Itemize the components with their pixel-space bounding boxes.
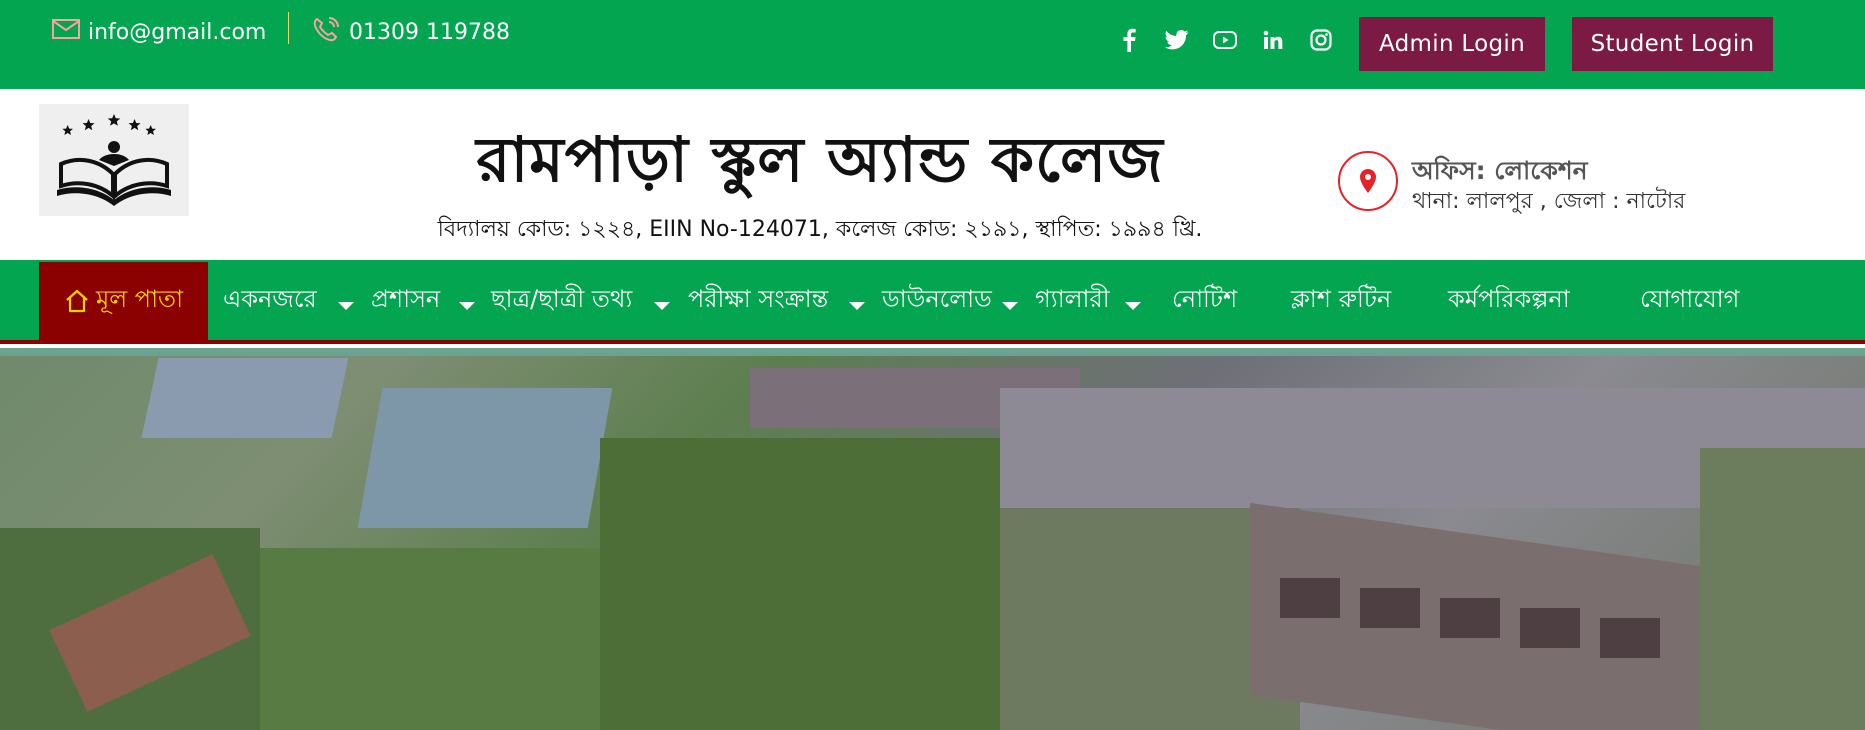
mail-icon [52,19,88,45]
nav-item-administration[interactable]: প্রশাসন [371,262,440,340]
nav-gallery-caret-icon[interactable] [1125,302,1141,310]
phone-contact[interactable]: 01309 119788 [311,17,510,47]
phone-icon [311,15,349,49]
student-login-button[interactable]: Student Login [1572,17,1773,71]
location-pin-icon [1360,169,1376,193]
main-nav: মূল পাতা একনজরে প্রশাসন ছাত্র/ছাত্রী তথ্… [0,260,1865,344]
nav-administration-caret-icon[interactable] [459,302,475,310]
home-icon [66,289,88,313]
school-codes: বিদ্যালয় কোড: ১২২৪, EIIN No-124071, কলে… [437,217,1203,242]
site-header: রামপাড়া স্কুল অ্যান্ড কলেজ বিদ্যালয় কো… [0,89,1865,260]
location-badge [1338,151,1398,211]
twitter-icon[interactable] [1165,28,1189,52]
nav-item-contact[interactable]: যোগাযোগ [1640,262,1739,340]
open-book-logo-icon [57,114,171,206]
nav-overview-caret-icon[interactable] [338,302,354,310]
office-address: থানা: লালপুর , জেলা : নাটোর [1412,189,1686,214]
admin-login-button[interactable]: Admin Login [1359,17,1545,71]
nav-item-gallery[interactable]: গ্যালারী [1035,262,1110,340]
nav-download-caret-icon[interactable] [1002,302,1018,310]
nav-home[interactable]: মূল পাতা [39,262,208,340]
nav-item-overview[interactable]: একনজরে [223,262,317,340]
instagram-icon[interactable] [1309,28,1333,52]
nav-item-exams[interactable]: পরীক্ষা সংক্রান্ত [688,262,828,340]
school-logo[interactable] [39,104,189,216]
nav-exams-caret-icon[interactable] [849,302,865,310]
nav-item-work-plan[interactable]: কর্মপরিকল্পনা [1448,262,1570,340]
nav-student-info-caret-icon[interactable] [654,302,670,310]
phone-text: 01309 119788 [349,19,510,45]
youtube-icon[interactable] [1213,28,1237,52]
nav-home-label: মূল পাতা [95,285,184,313]
nav-item-notice[interactable]: নোটিশ [1172,262,1237,340]
school-name: রামপাড়া স্কুল অ্যান্ড কলেজ [476,123,1164,196]
top-bar: info@gmail.com 01309 119788 Admin Login … [0,0,1865,89]
hero-banner-image [0,348,1865,730]
nav-item-class-routine[interactable]: ক্লাশ রুটিন [1291,262,1391,340]
email-contact[interactable]: info@gmail.com [52,17,266,47]
linkedin-icon[interactable] [1261,28,1285,52]
nav-item-student-info[interactable]: ছাত্র/ছাত্রী তথ্য [491,262,632,340]
contact-divider [288,12,289,44]
facebook-icon[interactable] [1117,28,1141,52]
nav-item-download[interactable]: ডাউনলোড [882,262,992,340]
email-text: info@gmail.com [88,19,267,45]
